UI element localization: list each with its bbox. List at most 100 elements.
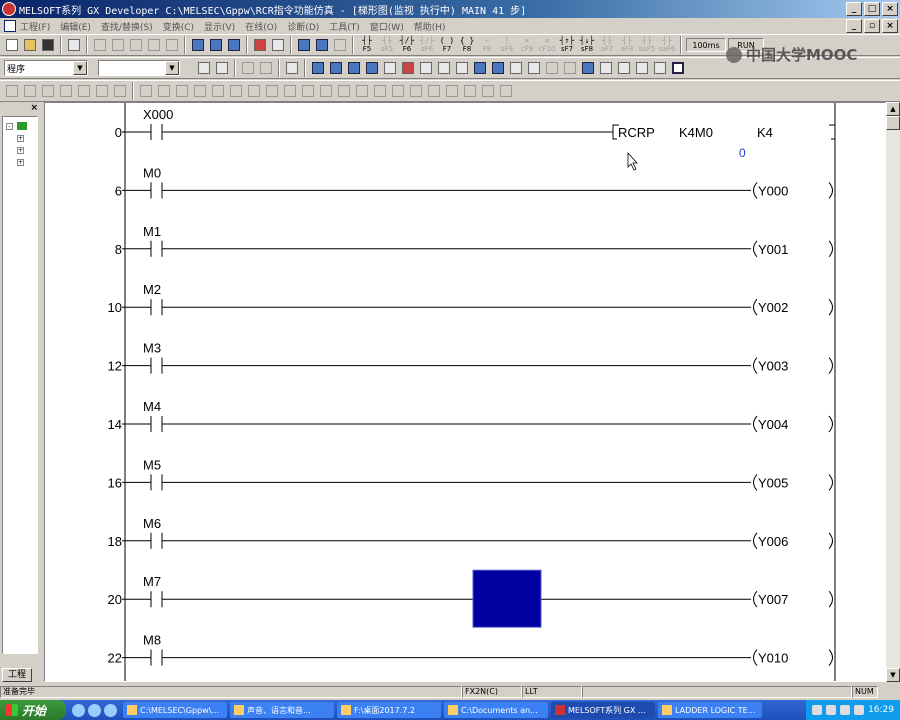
vertical-scrollbar[interactable]: ▲ ▼ xyxy=(886,102,900,682)
sfc-tool-2-icon[interactable] xyxy=(22,83,38,99)
sfc-tool-18-icon[interactable] xyxy=(318,83,334,99)
fkey-saf6[interactable]: ┤├ saF6 xyxy=(658,36,676,54)
verify-plc-icon[interactable] xyxy=(226,37,242,53)
fkey-f8[interactable]: { } F8 xyxy=(458,36,476,54)
fkey-af8[interactable]: ┤├ aF8 xyxy=(618,36,636,54)
save-icon[interactable] xyxy=(40,37,56,53)
undo-icon[interactable] xyxy=(146,37,162,53)
fkey-f9[interactable]: ─ F9 xyxy=(478,36,496,54)
entry-icon[interactable] xyxy=(382,60,398,76)
scroll-down-icon[interactable]: ▼ xyxy=(886,668,900,682)
maximize-button[interactable]: □ xyxy=(864,2,880,16)
comment-icon[interactable] xyxy=(196,60,212,76)
zoom-icon[interactable] xyxy=(544,60,560,76)
media-icon[interactable] xyxy=(88,703,101,717)
new-icon[interactable] xyxy=(4,37,20,53)
taskbar-item-documents[interactable]: C:\Documents an... xyxy=(444,702,548,718)
menu-edit[interactable]: 编辑(E) xyxy=(60,20,91,33)
sfc-tool-22-icon[interactable] xyxy=(390,83,406,99)
batch-monitor-icon[interactable] xyxy=(418,60,434,76)
sfc-tool-13-icon[interactable] xyxy=(228,83,244,99)
row-icon[interactable] xyxy=(634,60,650,76)
device-combo[interactable]: ▼ xyxy=(98,60,180,76)
ie-icon[interactable] xyxy=(72,703,85,717)
write-monitor-icon[interactable] xyxy=(332,37,348,53)
sfc-tool-27-icon[interactable] xyxy=(480,83,496,99)
close-button[interactable]: × xyxy=(882,2,898,16)
copy-icon[interactable] xyxy=(110,37,126,53)
sfc-tool-17-icon[interactable] xyxy=(300,83,316,99)
window-icon[interactable] xyxy=(670,60,686,76)
sfc-tool-8-icon[interactable] xyxy=(138,83,154,99)
expand-icon[interactable]: + xyxy=(17,159,24,166)
sfc-tool-12-icon[interactable] xyxy=(210,83,226,99)
fkey-sf8[interactable]: ┤↓├ sF8 xyxy=(578,36,596,54)
diag-icon[interactable] xyxy=(580,60,596,76)
project-folder-icon[interactable] xyxy=(17,122,27,130)
volume-icon[interactable] xyxy=(840,705,851,715)
sfc-tool-26-icon[interactable] xyxy=(462,83,478,99)
monitor-mode-icon[interactable] xyxy=(310,60,326,76)
sfc-tool-5-icon[interactable] xyxy=(76,83,92,99)
menu-tools[interactable]: 工具(T) xyxy=(329,20,360,33)
taskbar-item-ladder-logic[interactable]: LADDER LOGIC TE... xyxy=(658,702,762,718)
project-tab[interactable]: 工程 xyxy=(2,668,32,682)
fkey-sf9[interactable]: │ sF9 xyxy=(498,36,516,54)
fkey-af7[interactable]: ┤├ aF7 xyxy=(598,36,616,54)
fkey-cf9[interactable]: × cF9 xyxy=(518,36,536,54)
sfc-tool-16-icon[interactable] xyxy=(282,83,298,99)
sfc-tool-11-icon[interactable] xyxy=(192,83,208,99)
ladder-view-icon[interactable] xyxy=(240,60,256,76)
entry-monitor-icon[interactable] xyxy=(436,60,452,76)
sfc-tool-9-icon[interactable] xyxy=(156,83,172,99)
menu-help[interactable]: 帮助(H) xyxy=(414,20,446,33)
redo-icon[interactable] xyxy=(164,37,180,53)
sfc-tool-3-icon[interactable] xyxy=(40,83,56,99)
sfc-tool-28-icon[interactable] xyxy=(498,83,514,99)
menu-convert[interactable]: 变换(C) xyxy=(163,20,194,33)
remote-op-icon[interactable] xyxy=(252,37,268,53)
search-icon[interactable] xyxy=(364,60,380,76)
io-icon[interactable] xyxy=(526,60,542,76)
sfc-tool-25-icon[interactable] xyxy=(444,83,460,99)
sfc-tool-6-icon[interactable] xyxy=(94,83,110,99)
monitor-stop-icon[interactable] xyxy=(314,37,330,53)
col-left-icon[interactable] xyxy=(598,60,614,76)
taskbar-item-folder[interactable]: F:\桌面2017.7.2 xyxy=(337,702,441,718)
expand-icon[interactable]: + xyxy=(17,147,24,154)
fkey-sf5[interactable]: ┤├ sF5 xyxy=(378,36,396,54)
chevron-down-icon[interactable]: ▼ xyxy=(165,61,179,75)
network-icon[interactable] xyxy=(854,705,865,715)
menu-find-replace[interactable]: 查找/替换(S) xyxy=(101,20,153,33)
alias-icon[interactable] xyxy=(214,60,230,76)
menu-diagnostics[interactable]: 诊断(D) xyxy=(287,20,319,33)
ladder-monitor-icon[interactable] xyxy=(400,60,416,76)
sfc-tool-20-icon[interactable] xyxy=(354,83,370,99)
open-icon[interactable] xyxy=(22,37,38,53)
menu-window[interactable]: 窗口(W) xyxy=(370,20,404,33)
sfc-tool-4-icon[interactable] xyxy=(58,83,74,99)
edit-cursor[interactable] xyxy=(472,569,542,628)
expand-icon[interactable]: + xyxy=(17,135,24,142)
fkey-f7[interactable]: ( ) F7 xyxy=(438,36,456,54)
desktop-icon[interactable] xyxy=(104,703,117,717)
document-icon[interactable] xyxy=(4,20,16,32)
sfc-tool-10-icon[interactable] xyxy=(174,83,190,99)
chevron-down-icon[interactable]: ▼ xyxy=(73,61,87,75)
sfc-tool-24-icon[interactable] xyxy=(426,83,442,99)
fkey-cf10[interactable]: × cF10 xyxy=(538,36,556,54)
close-icon[interactable]: × xyxy=(30,103,38,113)
print-icon[interactable] xyxy=(66,37,82,53)
sfc-tool-14-icon[interactable] xyxy=(246,83,262,99)
sfc-icon[interactable] xyxy=(472,60,488,76)
start-button[interactable]: 开始 xyxy=(0,700,66,720)
cut-icon[interactable] xyxy=(92,37,108,53)
zoom-out-icon[interactable] xyxy=(562,60,578,76)
sfc-tool-7-icon[interactable] xyxy=(112,83,128,99)
ladder-canvas[interactable]: 0 X000 RCRP K4M0 K4 0 6 M0 Y000 8 M1 Y001 10 M2 Y002 12… xyxy=(45,103,886,682)
ladder-diagram[interactable]: 0 X000 RCRP K4M0 K4 0 6 M0 Y000 8 M1 Y001 10 M2 Y002 12… xyxy=(44,102,886,682)
buffer-monitor-icon[interactable] xyxy=(454,60,470,76)
sfc-tool-23-icon[interactable] xyxy=(408,83,424,99)
write-mode-icon[interactable] xyxy=(328,60,344,76)
taskbar-item-sound[interactable]: 声音、语言和音... xyxy=(230,702,334,718)
